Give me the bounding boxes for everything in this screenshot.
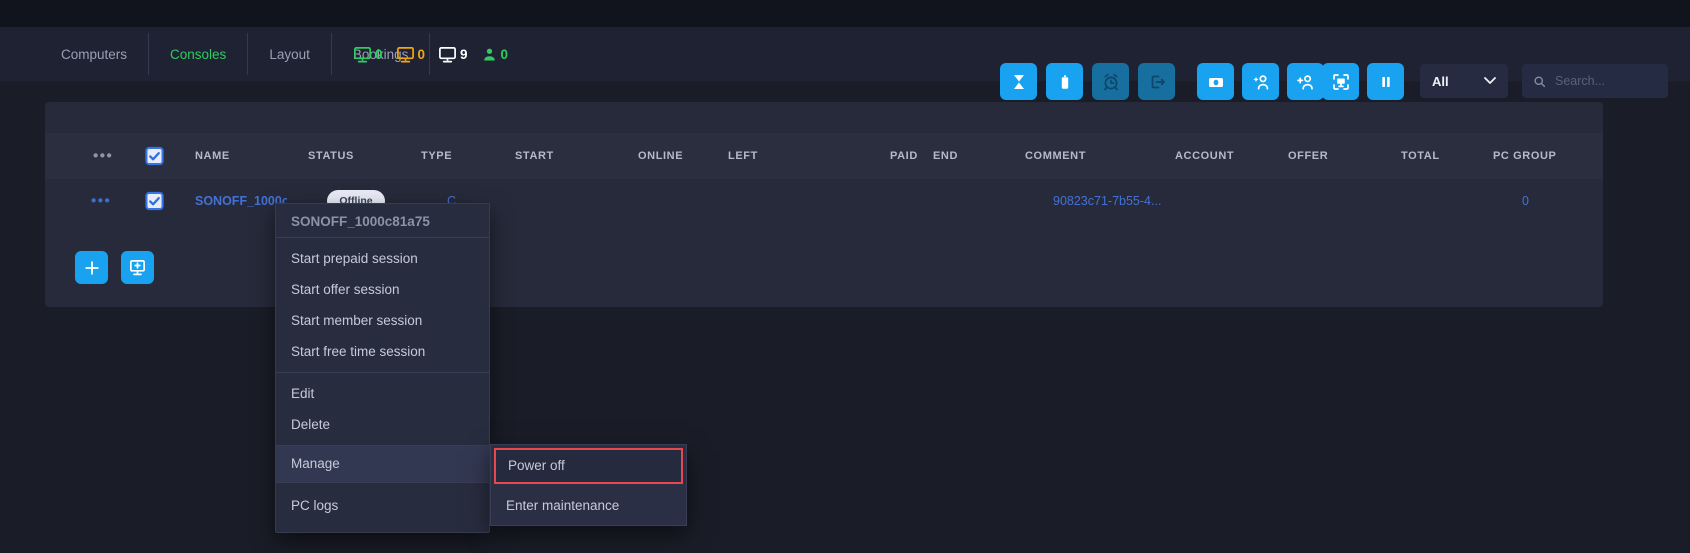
col-end[interactable]: END: [933, 150, 958, 162]
plus-icon: [83, 259, 101, 277]
menu-item-delete[interactable]: Delete: [276, 409, 489, 440]
user-add-icon: [1296, 72, 1316, 92]
col-account[interactable]: ACCOUNT: [1175, 150, 1234, 162]
monitor-icon: [438, 45, 457, 64]
battery-button[interactable]: [1046, 63, 1083, 100]
menu-item-start-prepaid-session[interactable]: Start prepaid session: [276, 243, 489, 274]
menu-section-sessions: Start prepaid session Start offer sessio…: [276, 238, 489, 372]
menu-item-start-offer-session[interactable]: Start offer session: [276, 274, 489, 305]
col-online[interactable]: ONLINE: [638, 150, 683, 162]
checkbox-checked-icon: [145, 147, 164, 166]
add-console-button[interactable]: [75, 251, 108, 284]
add-host-button[interactable]: [121, 251, 154, 284]
checkbox-checked-icon: [145, 192, 164, 211]
cash-button[interactable]: [1197, 63, 1234, 100]
pause-icon: [1376, 72, 1396, 92]
row-pc-group-link[interactable]: 0: [1522, 194, 1529, 208]
col-type[interactable]: TYPE: [421, 150, 452, 162]
counter-value: 0: [501, 47, 509, 62]
tab-layout[interactable]: Layout: [248, 47, 331, 62]
toolbar: Computers Consoles Layout Bookings 0 0: [0, 27, 1690, 81]
chevron-down-icon: [1484, 77, 1496, 85]
manage-submenu: Power off Enter maintenance: [490, 444, 687, 526]
filter-dropdown[interactable]: All: [1420, 64, 1508, 98]
sign-out-icon: [1147, 72, 1167, 92]
search-icon: [1532, 74, 1547, 89]
sign-out-button[interactable]: [1138, 63, 1175, 100]
col-left[interactable]: LEFT: [728, 150, 758, 162]
context-menu: SONOFF_1000c81a75 Start prepaid session …: [275, 203, 490, 533]
menu-section-logs: PC logs: [276, 483, 489, 532]
search-box: [1522, 64, 1668, 98]
user-star-icon: [1251, 72, 1271, 92]
col-pc-group[interactable]: PC GROUP: [1493, 150, 1556, 162]
battery-icon: [1055, 72, 1075, 92]
alarm-clock-icon: [1101, 72, 1121, 92]
filter-value: All: [1432, 74, 1449, 89]
top-strip: [0, 0, 1690, 27]
col-name[interactable]: NAME: [195, 150, 230, 162]
counter-value: 9: [460, 47, 468, 62]
menu-item-start-member-session[interactable]: Start member session: [276, 305, 489, 336]
select-all-checkbox[interactable]: [145, 147, 164, 166]
counter-value: 0: [418, 47, 426, 62]
submenu-item-power-off[interactable]: Power off: [494, 448, 683, 484]
submenu-item-enter-maintenance[interactable]: Enter maintenance: [491, 487, 686, 525]
col-comment[interactable]: COMMENT: [1025, 150, 1086, 162]
monitor-icon: [396, 45, 415, 64]
screen-frame-icon: [1331, 72, 1351, 92]
tab-consoles[interactable]: Consoles: [149, 47, 247, 62]
menu-item-edit[interactable]: Edit: [276, 378, 489, 409]
col-offer[interactable]: OFFER: [1288, 150, 1328, 162]
row-checkbox[interactable]: [145, 192, 164, 211]
hourglass-icon: [1009, 72, 1029, 92]
counter-warning: 0: [396, 45, 426, 64]
col-total[interactable]: TOTAL: [1401, 150, 1440, 162]
hourglass-button[interactable]: [1000, 63, 1037, 100]
tab-computers[interactable]: Computers: [40, 47, 148, 62]
counter-offline: 9: [438, 45, 468, 64]
row-actions-ellipsis[interactable]: •••: [91, 193, 111, 210]
col-paid[interactable]: PAID: [890, 150, 918, 162]
alarm-clock-button[interactable]: [1092, 63, 1129, 100]
monitor-icon: [353, 45, 372, 64]
search-input[interactable]: [1555, 74, 1658, 88]
header-actions-ellipsis[interactable]: •••: [93, 148, 113, 165]
row-comment-link[interactable]: 90823c71-7b55-4...: [1053, 194, 1161, 208]
table-header-row: ••• NAME STATUS TYPE START ONLINE LEFT P…: [45, 133, 1603, 179]
col-start[interactable]: START: [515, 150, 554, 162]
counter-available: 0: [353, 45, 383, 64]
counter-users: 0: [481, 46, 509, 63]
user-star-button[interactable]: [1242, 63, 1279, 100]
status-counters: 0 0 9 0: [353, 27, 508, 81]
col-status[interactable]: STATUS: [308, 150, 354, 162]
menu-item-manage[interactable]: Manage: [276, 446, 489, 482]
menu-item-pc-logs[interactable]: PC logs: [276, 490, 489, 521]
cash-icon: [1206, 72, 1226, 92]
screen-frame-button[interactable]: [1322, 63, 1359, 100]
menu-item-start-free-time-session[interactable]: Start free time session: [276, 336, 489, 367]
row-name-link[interactable]: SONOFF_1000c81a75: [195, 194, 287, 208]
menu-section-edit: Edit Delete: [276, 373, 489, 445]
user-icon: [481, 46, 498, 63]
user-add-button[interactable]: [1287, 63, 1324, 100]
monitor-plus-icon: [128, 258, 147, 277]
pause-button[interactable]: [1367, 63, 1404, 100]
context-menu-title: SONOFF_1000c81a75: [276, 204, 489, 237]
counter-value: 0: [375, 47, 383, 62]
